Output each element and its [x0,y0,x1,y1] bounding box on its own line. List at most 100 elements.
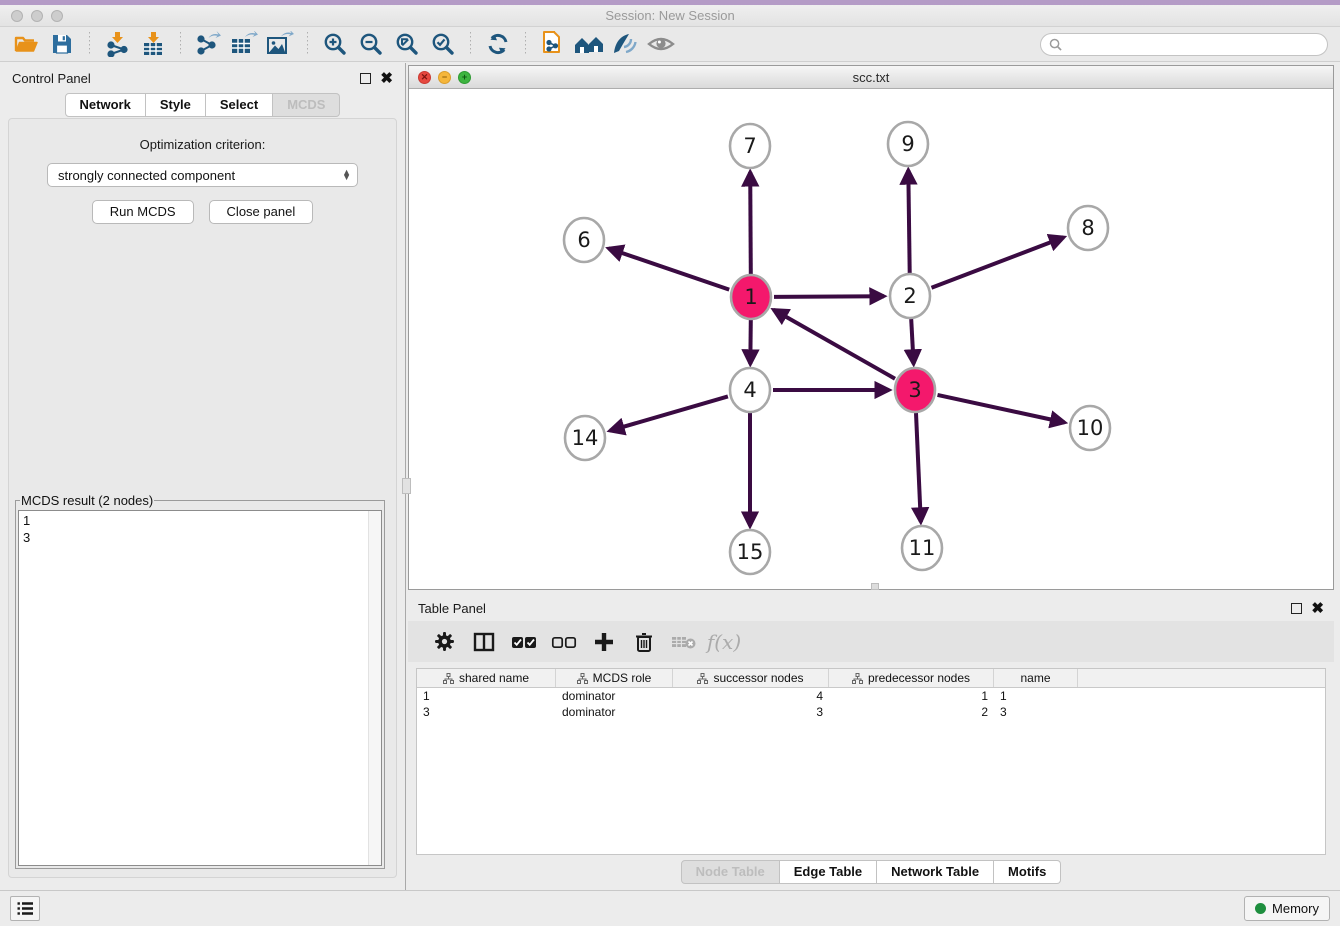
vizmapper-button[interactable] [607,29,643,59]
export-table-button[interactable] [226,29,262,59]
zoom-out-button[interactable] [353,29,389,59]
column-type-icon [577,673,588,684]
edge-3-11[interactable] [916,413,921,522]
graph-node-2[interactable]: 2 [890,274,930,318]
edge-1-4[interactable] [750,320,751,364]
search-box[interactable] [1040,33,1328,56]
delete-columns-button[interactable] [624,626,664,658]
network-graph[interactable]: 1 2 3 4 6 7 8 9 10 11 14 15 [409,89,1333,589]
network-canvas[interactable]: 1 2 3 4 6 7 8 9 10 11 14 15 [409,89,1333,589]
table-options-button[interactable] [424,626,464,658]
mcds-result-area[interactable]: 1 3 [18,510,382,866]
graph-node-6[interactable]: 6 [564,218,604,262]
control-panel: Control Panel ✖ NetworkStyleSelectMCDS O… [0,63,406,890]
zoom-fit-button[interactable] [389,29,425,59]
table-cell[interactable]: 3 [673,705,829,719]
network-maximize-button[interactable]: + [458,71,471,84]
tab-network[interactable]: Network [65,93,146,117]
panel-splitter-grip[interactable] [402,478,411,494]
graph-node-11[interactable]: 11 [902,526,942,570]
result-scrollbar[interactable] [368,511,381,865]
open-session-button[interactable] [8,29,44,59]
edge-1-7[interactable] [750,172,751,274]
column-header-filler [1078,669,1325,687]
column-header-predecessor-nodes[interactable]: predecessor nodes [829,669,994,687]
close-panel-button-inner[interactable]: Close panel [209,200,314,224]
save-session-button[interactable] [44,29,80,59]
edge-3-10[interactable] [938,395,1065,423]
table-tab-edge-table[interactable]: Edge Table [780,860,877,884]
graph-node-14[interactable]: 14 [565,416,605,460]
table-cell[interactable]: dominator [556,689,673,703]
search-input[interactable] [1067,37,1319,51]
edge-4-14[interactable] [610,396,728,430]
table-cell[interactable]: 4 [673,689,829,703]
table-cell[interactable]: 1 [994,689,1078,703]
delete-table-button[interactable] [664,626,704,658]
import-network-button[interactable] [99,29,135,59]
edge-1-2[interactable] [774,296,884,297]
table-cell[interactable]: 1 [829,689,994,703]
show-graphics-details-button[interactable] [643,29,679,59]
graph-node-8[interactable]: 8 [1068,206,1108,250]
mcds-panel: Optimization criterion: strongly connect… [8,118,397,878]
graph-node-15[interactable]: 15 [730,530,770,574]
graph-node-10[interactable]: 10 [1070,406,1110,450]
network-home-button[interactable] [571,29,607,59]
column-header-shared-name[interactable]: shared name [417,669,556,687]
zoom-in-button[interactable] [317,29,353,59]
edge-3-1[interactable] [774,310,895,379]
add-column-button[interactable] [584,626,624,658]
table-tab-motifs[interactable]: Motifs [994,860,1061,884]
graph-node-1[interactable]: 1 [731,275,771,319]
zoom-in-icon [322,31,348,57]
edge-2-3[interactable] [911,319,913,364]
tab-select[interactable]: Select [206,93,273,117]
edge-2-9[interactable] [908,170,909,273]
import-table-button[interactable] [135,29,171,59]
run-mcds-button[interactable]: Run MCDS [92,200,194,224]
table-cell[interactable]: 3 [994,705,1078,719]
graph-node-7[interactable]: 7 [730,124,770,168]
unchecked-boxes-icon [551,635,577,649]
export-network-button[interactable] [190,29,226,59]
table-cell[interactable]: 2 [829,705,994,719]
column-header-MCDS-role[interactable]: MCDS role [556,669,673,687]
toolbar-separator [89,32,90,56]
table-cell[interactable]: dominator [556,705,673,719]
unselect-all-columns-button[interactable] [544,626,584,658]
close-panel-button[interactable]: ✖ [380,73,393,84]
table-tab-network-table[interactable]: Network Table [877,860,994,884]
close-table-panel-button[interactable]: ✖ [1311,603,1324,614]
column-header-successor-nodes[interactable]: successor nodes [673,669,829,687]
float-panel-button[interactable] [360,73,371,84]
edge-2-8[interactable] [932,237,1064,287]
tab-mcds[interactable]: MCDS [273,93,340,117]
copy-view-icon [540,30,566,58]
select-all-columns-button[interactable] [504,626,544,658]
graph-node-3[interactable]: 3 [895,368,935,412]
copy-network-view-button[interactable] [535,29,571,59]
task-history-button[interactable] [10,896,40,921]
apply-layout-button[interactable] [480,29,516,59]
float-table-panel-button[interactable] [1291,603,1302,614]
apply-function-button[interactable]: f(x) [704,626,744,658]
canvas-splitter-grip[interactable] [871,583,879,590]
edge-1-6[interactable] [609,248,730,289]
window-title: Session: New Session [0,8,1340,23]
show-columns-button[interactable] [464,626,504,658]
export-image-button[interactable] [262,29,298,59]
table-cell[interactable]: 1 [417,689,556,703]
network-minimize-button[interactable]: − [438,71,451,84]
zoom-selected-button[interactable] [425,29,461,59]
export-network-icon [195,31,221,57]
criterion-select[interactable]: strongly connected component ▲▼ [47,163,358,187]
table-tab-node-table[interactable]: Node Table [681,860,780,884]
memory-button[interactable]: Memory [1244,896,1330,921]
network-close-button[interactable]: ✕ [418,71,431,84]
column-header-name[interactable]: name [994,669,1078,687]
tab-style[interactable]: Style [146,93,206,117]
table-cell[interactable]: 3 [417,705,556,719]
graph-node-4[interactable]: 4 [730,368,770,412]
graph-node-9[interactable]: 9 [888,122,928,166]
